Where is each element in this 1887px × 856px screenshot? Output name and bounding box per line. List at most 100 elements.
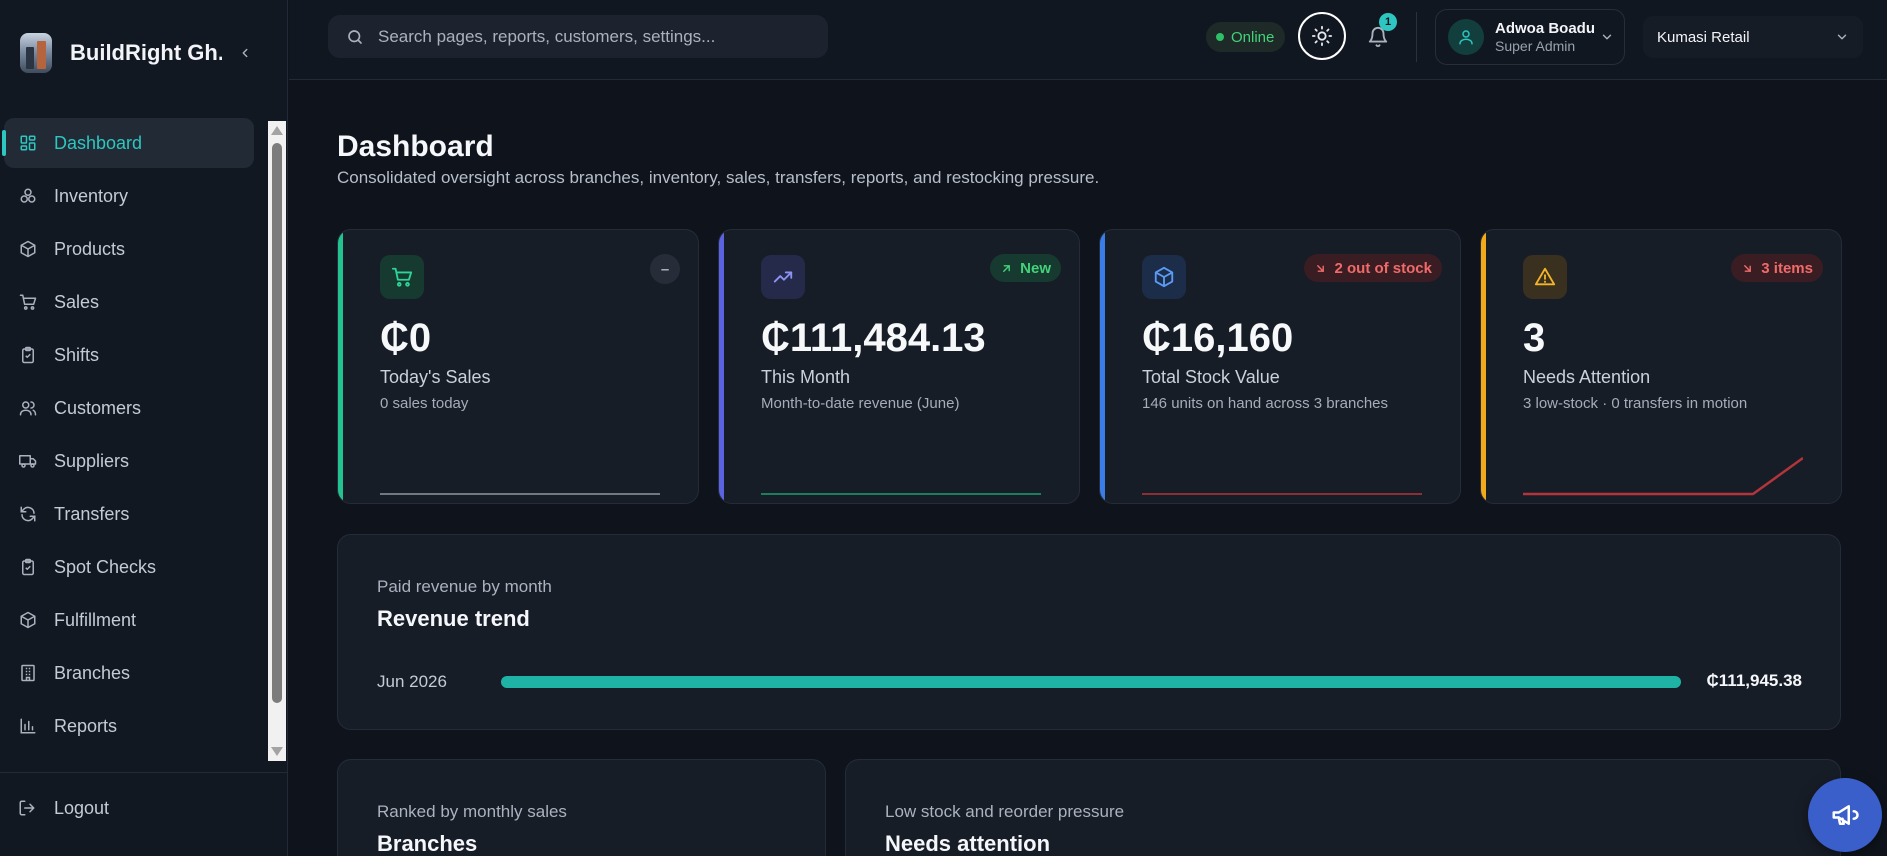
panel-title: Revenue trend [377,606,530,631]
branch-select-value: Kumasi Retail [1657,28,1750,46]
sidebar: BuildRight Gh... Dashboard Inventory Pro… [0,0,288,856]
search-box[interactable] [328,15,828,58]
sidebar-item-inventory[interactable]: Inventory [4,171,254,221]
sidebar-item-customers[interactable]: Customers [4,383,254,433]
sidebar-item-products[interactable]: Products [4,224,254,274]
notification-count-badge: 1 [1379,13,1397,31]
sidebar-item-dashboard[interactable]: Dashboard [2,118,254,168]
user-name: Adwoa Boadu [1495,20,1595,37]
theme-toggle-button[interactable] [1298,12,1346,60]
sidebar-item-reports[interactable]: Reports [4,701,254,751]
page-subtitle: Consolidated oversight across branches, … [337,168,1100,187]
users-icon [18,398,38,418]
revenue-bar-fill [501,676,1681,688]
sidebar-item-label: Branches [54,662,131,683]
dashboard-icon [18,133,38,153]
clipboard-check-icon [18,557,38,577]
scroll-up-arrow-icon[interactable] [271,126,283,135]
brand-logo [20,33,52,73]
topbar-divider [1416,12,1417,62]
bar-chart-icon [18,716,38,736]
sidebar-item-fulfillment[interactable]: Fulfillment [4,595,254,645]
chevron-down-icon [1602,34,1612,40]
arrow-down-right-icon [1744,264,1752,272]
sidebar-item-label: Dashboard [54,132,143,153]
sidebar-item-label: Inventory [54,185,129,206]
kpi-accent-bar [338,230,343,503]
collapse-sidebar-button[interactable] [234,42,256,64]
cart-icon [18,292,38,312]
kpi-accent-bar [1481,230,1486,503]
kpi-value: ₵111,484.13 [761,316,986,360]
sidebar-item-transfers[interactable]: Transfers [4,489,254,539]
revenue-bar-label: Jun 2026 [377,672,447,691]
logout-icon [18,798,38,818]
logout-button[interactable]: Logout [18,783,109,833]
kpi-value: 3 [1523,316,1546,360]
kpi-badge: 3 items [1731,254,1823,282]
revenue-bar-track [501,676,1681,688]
panel-title: Branches [377,831,478,856]
page-title: Dashboard [337,130,494,163]
kpi-sparkline [380,493,660,495]
trending-up-icon [761,255,805,299]
sidebar-item-label: Customers [54,397,142,418]
sidebar-item-branches[interactable]: Branches [4,648,254,698]
panel-kicker: Low stock and reorder pressure [885,802,1125,821]
sidebar-item-spot-checks[interactable]: Spot Checks [4,542,254,592]
package-icon [18,610,38,630]
kpi-badge: New [990,254,1061,282]
panel-kicker: Paid revenue by month [377,577,552,596]
sidebar-item-label: Suppliers [54,450,130,471]
kpi-description: 3 low-stock · 0 transfers in motion [1523,395,1748,412]
user-role: Super Admin [1495,38,1576,54]
kpi-value: ₵0 [380,316,432,360]
kpi-card-needs-attention[interactable]: 3 items 3 Needs Attention 3 low-stock · … [1480,229,1842,504]
kpi-accent-bar [1100,230,1105,503]
sidebar-item-label: Transfers [54,503,130,524]
kpi-label: Needs Attention [1523,367,1651,387]
sidebar-nav: Dashboard Inventory Products Sales Shift… [0,118,268,760]
sidebar-item-suppliers[interactable]: Suppliers [4,436,254,486]
kpi-badge-text: New [1020,259,1051,277]
cart-icon [380,255,424,299]
brand-name: BuildRight Gh... [70,40,222,65]
truck-icon [18,451,38,471]
kpi-card-total-stock-value[interactable]: 2 out of stock ₵16,160 Total Stock Value… [1099,229,1461,504]
status-text: Online [1231,28,1275,46]
kpi-value: ₵16,160 [1142,316,1294,360]
panel-kicker: Ranked by monthly sales [377,802,567,821]
sidebar-item-label: Spot Checks [54,556,157,577]
user-icon [1459,30,1473,45]
search-input[interactable] [378,26,818,47]
branch-select[interactable]: Kumasi Retail [1643,16,1863,58]
branches-panel: Ranked by monthly sales Branches [337,759,826,856]
kpi-accent-bar [719,230,724,503]
kpi-card-todays-sales[interactable]: – ₵0 Today's Sales 0 sales today [337,229,699,504]
kpi-card-this-month[interactable]: New ₵111,484.13 This Month Month-to-date… [718,229,1080,504]
refresh-icon [18,504,38,524]
cube-icon [1142,255,1186,299]
scroll-thumb[interactable] [272,143,282,703]
boxes-icon [18,186,38,206]
sidebar-item-shifts[interactable]: Shifts [4,330,254,380]
revenue-bar-value: ₵111,945.38 [1706,671,1802,690]
kpi-sparkline [761,493,1041,495]
building-icon [18,663,38,683]
sidebar-footer: Logout [0,772,288,856]
chevron-down-icon [1837,34,1847,40]
sidebar-item-label: Reports [54,715,118,736]
kpi-sparkline [1142,493,1422,495]
megaphone-icon [1832,805,1859,825]
sidebar-scrollbar[interactable] [268,121,286,761]
brand: BuildRight Gh... [20,32,260,74]
announcements-button[interactable] [1808,778,1882,852]
user-menu[interactable]: Adwoa Boadu Super Admin [1435,9,1625,65]
kpi-label: Total Stock Value [1142,367,1280,387]
arrow-down-right-icon [1317,264,1325,272]
topbar: Online 1 Adwoa Boadu Super Admin Kumasi … [289,0,1887,80]
sidebar-item-sales[interactable]: Sales [4,277,254,327]
avatar [1448,19,1484,55]
scroll-down-arrow-icon[interactable] [271,747,283,756]
sidebar-item-label: Shifts [54,344,100,365]
